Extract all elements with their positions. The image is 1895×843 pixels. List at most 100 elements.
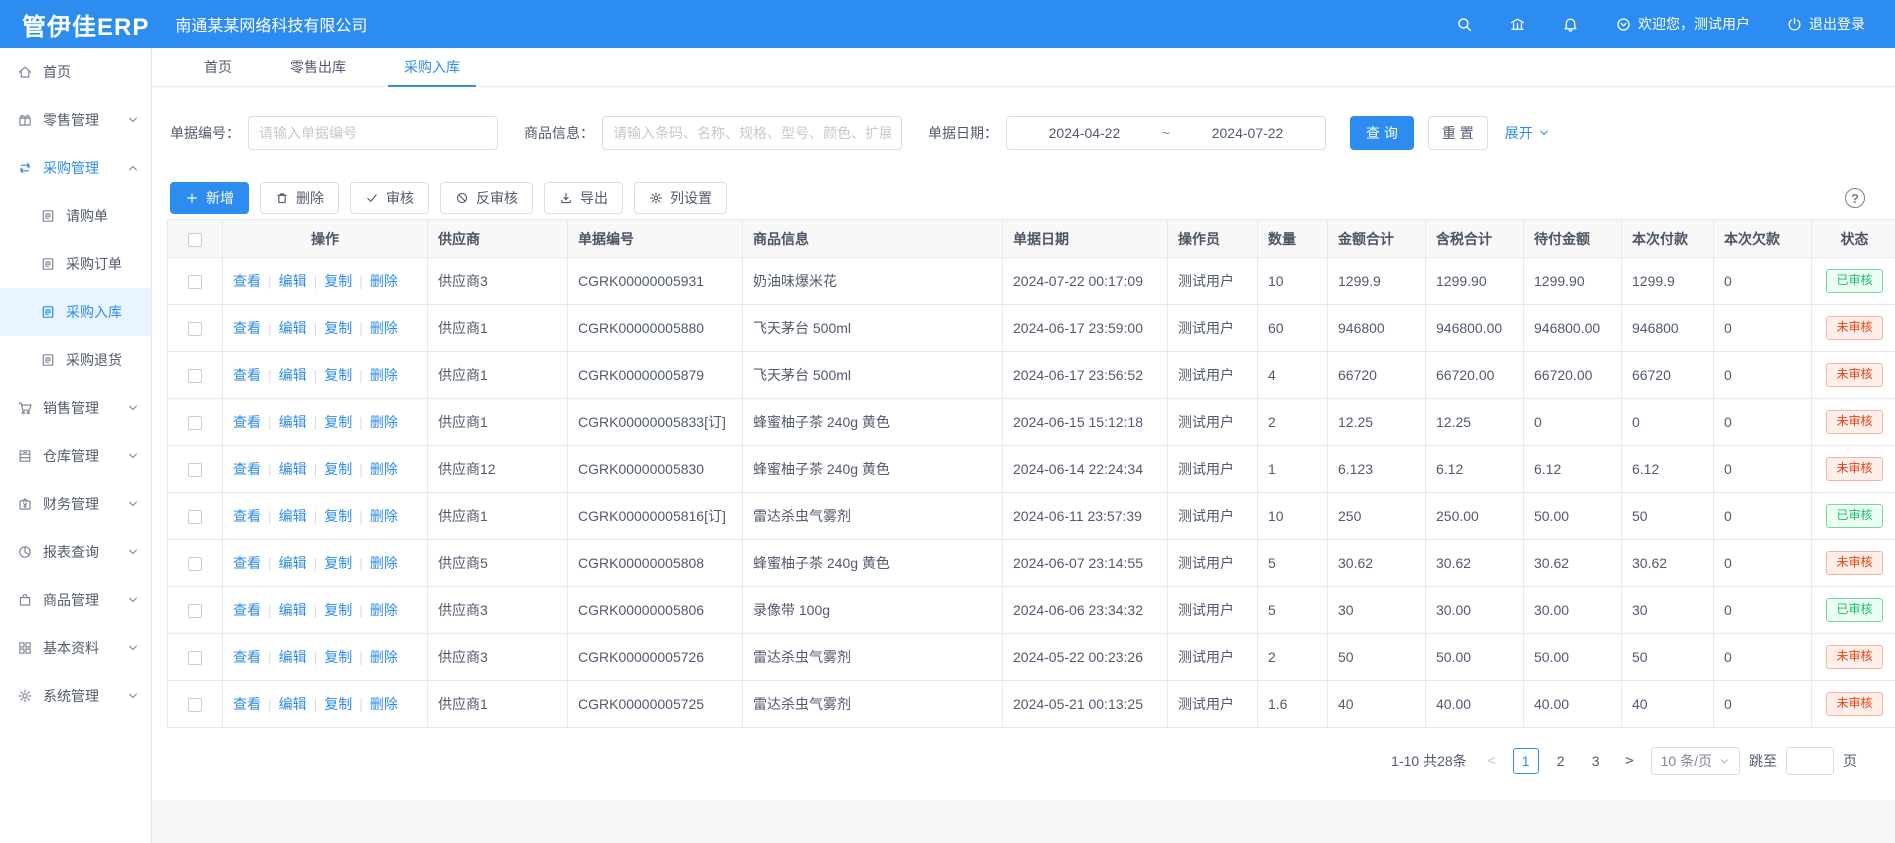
jump-page-input[interactable]	[1786, 747, 1834, 775]
copy-link[interactable]: 复制	[324, 696, 352, 712]
status-badge: 已审核	[1826, 598, 1882, 622]
copy-link[interactable]: 复制	[324, 508, 352, 524]
checkbox[interactable]	[188, 698, 202, 712]
logout-button[interactable]: 退出登录	[1786, 14, 1865, 34]
sidebar-item-goods-management[interactable]: 商品管理	[0, 576, 151, 624]
edit-link[interactable]: 编辑	[279, 273, 307, 289]
page-button-3[interactable]: 3	[1583, 748, 1609, 774]
copy-link[interactable]: 复制	[324, 320, 352, 336]
delete-link[interactable]: 删除	[370, 273, 398, 289]
reset-button[interactable]: 重 置	[1428, 116, 1488, 150]
bell-icon[interactable]	[1562, 16, 1579, 33]
cell-amount-total: 30.62	[1328, 540, 1426, 587]
expand-link[interactable]: 展开	[1505, 123, 1550, 143]
date-range-input[interactable]: 2024-04-22 ~ 2024-07-22	[1006, 116, 1326, 150]
user-menu[interactable]: 欢迎您，测试用户	[1615, 14, 1750, 34]
sidebar-item-warehouse-management[interactable]: 仓库管理	[0, 432, 151, 480]
sidebar-item-retail-management[interactable]: 零售管理	[0, 96, 151, 144]
view-link[interactable]: 查看	[233, 367, 261, 383]
delete-link[interactable]: 删除	[370, 696, 398, 712]
chevron-down-icon	[1719, 756, 1730, 767]
tab-home[interactable]: 首页	[188, 48, 248, 87]
sidebar-item-system-management[interactable]: 系统管理	[0, 672, 151, 720]
edit-link[interactable]: 编辑	[279, 555, 307, 571]
sidebar-item-report-query[interactable]: 报表查询	[0, 528, 151, 576]
checkbox[interactable]	[188, 557, 202, 571]
copy-link[interactable]: 复制	[324, 555, 352, 571]
edit-link[interactable]: 编辑	[279, 367, 307, 383]
tab-purchase-inbound[interactable]: 采购入库	[388, 48, 476, 87]
sidebar-item-purchase-order[interactable]: 采购订单	[0, 240, 151, 288]
checkbox[interactable]	[188, 604, 202, 618]
copy-link[interactable]: 复制	[324, 273, 352, 289]
edit-link[interactable]: 编辑	[279, 696, 307, 712]
tab-retail-outbound[interactable]: 零售出库	[274, 48, 362, 87]
copy-link[interactable]: 复制	[324, 649, 352, 665]
checkbox[interactable]	[188, 233, 202, 247]
product-info-input[interactable]	[602, 116, 902, 150]
page-button-2[interactable]: 2	[1548, 748, 1574, 774]
columns-button[interactable]: 列设置	[634, 182, 727, 214]
view-link[interactable]: 查看	[233, 320, 261, 336]
next-page-button[interactable]: >	[1618, 753, 1642, 769]
sidebar-item-purchase-return[interactable]: 采购退货	[0, 336, 151, 384]
sidebar-item-home[interactable]: 首页	[0, 48, 151, 96]
checkbox[interactable]	[188, 651, 202, 665]
copy-link[interactable]: 复制	[324, 367, 352, 383]
checkbox[interactable]	[188, 510, 202, 524]
checkbox[interactable]	[188, 463, 202, 477]
prev-page-button[interactable]: <	[1480, 753, 1504, 769]
view-link[interactable]: 查看	[233, 696, 261, 712]
copy-link[interactable]: 复制	[324, 414, 352, 430]
add-button[interactable]: 新增	[170, 182, 249, 214]
edit-link[interactable]: 编辑	[279, 649, 307, 665]
edit-link[interactable]: 编辑	[279, 508, 307, 524]
delete-link[interactable]: 删除	[370, 555, 398, 571]
edit-link[interactable]: 编辑	[279, 461, 307, 477]
view-link[interactable]: 查看	[233, 649, 261, 665]
page-button-1[interactable]: 1	[1513, 748, 1539, 774]
delete-link[interactable]: 删除	[370, 461, 398, 477]
delete-link[interactable]: 删除	[370, 649, 398, 665]
edit-link[interactable]: 编辑	[279, 414, 307, 430]
search-icon[interactable]	[1456, 16, 1473, 33]
help-icon[interactable]: ?	[1845, 188, 1865, 208]
view-link[interactable]: 查看	[233, 461, 261, 477]
delete-button-label: 删除	[296, 188, 324, 208]
checkbox[interactable]	[188, 275, 202, 289]
view-link[interactable]: 查看	[233, 414, 261, 430]
view-link[interactable]: 查看	[233, 508, 261, 524]
checkbox[interactable]	[188, 369, 202, 383]
sidebar-item-purchase-management[interactable]: 采购管理	[0, 144, 151, 192]
sidebar-item-basic-data[interactable]: 基本资料	[0, 624, 151, 672]
audit-button[interactable]: 审核	[350, 182, 429, 214]
date-from-value[interactable]: 2024-04-22	[1049, 125, 1121, 141]
sidebar-item-purchase-inbound[interactable]: 采购入库	[0, 288, 151, 336]
view-link[interactable]: 查看	[233, 555, 261, 571]
delete-link[interactable]: 删除	[370, 320, 398, 336]
table-row: 查看|编辑|复制|删除供应商1CGRK00000005879飞天茅台 500ml…	[168, 352, 1895, 399]
search-button[interactable]: 查 询	[1350, 116, 1414, 150]
export-button[interactable]: 导出	[544, 182, 623, 214]
edit-link[interactable]: 编辑	[279, 602, 307, 618]
bank-icon[interactable]	[1509, 16, 1526, 33]
date-to-value[interactable]: 2024-07-22	[1212, 125, 1284, 141]
delete-link[interactable]: 删除	[370, 414, 398, 430]
delete-button[interactable]: 删除	[260, 182, 339, 214]
delete-link[interactable]: 删除	[370, 367, 398, 383]
doc-no-input[interactable]	[248, 116, 498, 150]
delete-link[interactable]: 删除	[370, 508, 398, 524]
view-link[interactable]: 查看	[233, 273, 261, 289]
unaudit-button[interactable]: 反审核	[440, 182, 533, 214]
checkbox[interactable]	[188, 322, 202, 336]
copy-link[interactable]: 复制	[324, 602, 352, 618]
edit-link[interactable]: 编辑	[279, 320, 307, 336]
checkbox[interactable]	[188, 416, 202, 430]
sidebar-item-finance-management[interactable]: 财务管理	[0, 480, 151, 528]
sidebar-item-sales-management[interactable]: 销售管理	[0, 384, 151, 432]
delete-link[interactable]: 删除	[370, 602, 398, 618]
page-size-select[interactable]: 10 条/页	[1651, 747, 1740, 775]
copy-link[interactable]: 复制	[324, 461, 352, 477]
sidebar-item-purchase-request[interactable]: 请购单	[0, 192, 151, 240]
view-link[interactable]: 查看	[233, 602, 261, 618]
